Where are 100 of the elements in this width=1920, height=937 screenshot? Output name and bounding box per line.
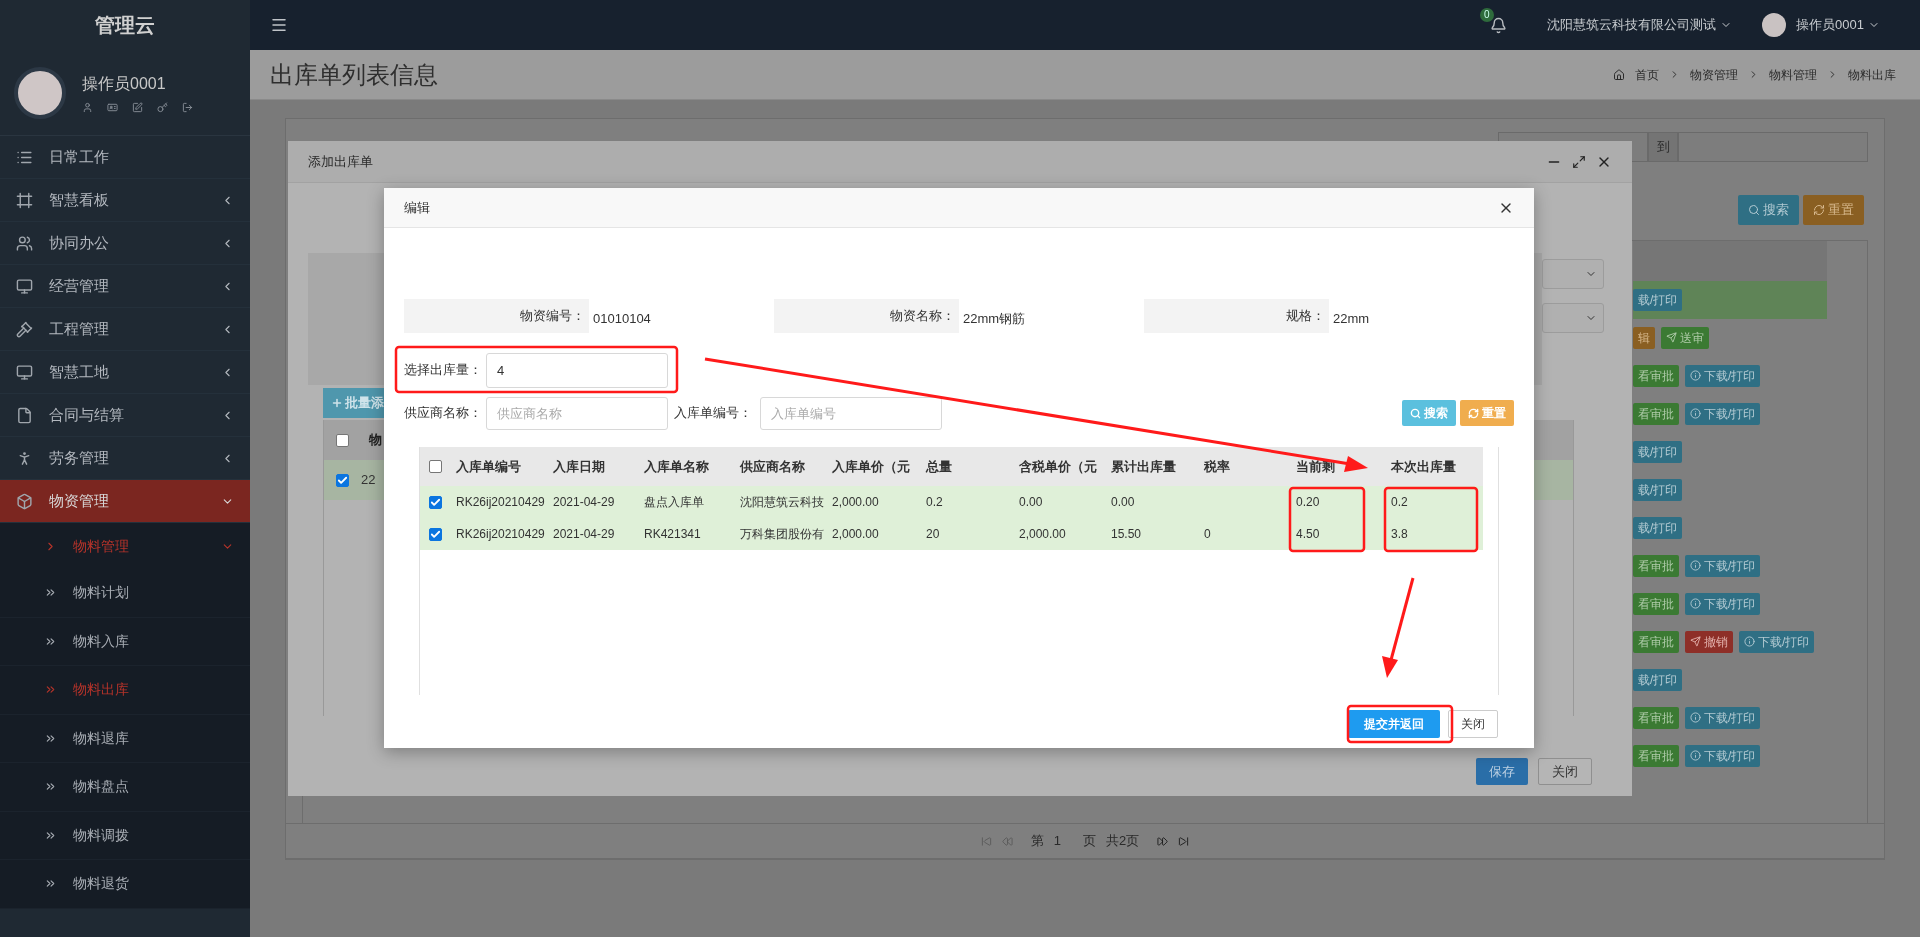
print-button[interactable]: 载/打印 [1633,288,1683,311]
next-page-icon[interactable] [1157,835,1169,847]
sidebar-item[interactable]: 智慧看板 [0,179,250,222]
print-button[interactable]: 下载/打印 [1685,402,1761,425]
key-icon[interactable] [157,102,168,113]
submit-button[interactable]: 提交并返回 [1348,710,1440,738]
field-label: 入库单编号： [674,404,753,423]
submenu-item[interactable]: 物料计划 [0,569,250,618]
checkbox[interactable] [428,460,442,473]
edit-button[interactable]: 辑 [1633,326,1655,349]
maximize-icon[interactable] [1572,154,1586,169]
sidebar-item[interactable]: 工程管理 [0,308,250,351]
checkbox[interactable] [428,495,442,509]
print-button[interactable]: 载/打印 [1633,478,1683,501]
search-button[interactable]: 搜索 [1402,400,1456,426]
submit-button[interactable]: 送审 [1661,326,1709,349]
logout-icon[interactable] [182,102,193,113]
close-button[interactable]: 关闭 [1448,710,1498,738]
breadcrumb-link[interactable]: 物料出库 [1848,65,1896,84]
sidebar-item[interactable]: 智慧工地 [0,351,250,394]
table-row[interactable]: 载/打印 [1633,660,1827,699]
search-field[interactable]: 入库单编号 [760,396,942,430]
checkbox[interactable] [336,473,349,487]
dialog-title: 编辑 [404,198,431,217]
table-row[interactable]: 看审批 下载/打印 [1633,736,1827,775]
reset-button[interactable]: 重置 [1803,195,1864,226]
select-field[interactable] [1542,303,1604,333]
print-button[interactable]: 下载/打印 [1739,630,1815,653]
breadcrumb-link[interactable]: 物料管理 [1769,65,1817,84]
approval-button[interactable]: 看审批 [1633,554,1679,577]
sidebar-item[interactable]: 协同办公 [0,222,250,265]
approval-button[interactable]: 看审批 [1633,592,1679,615]
user-icon[interactable] [82,102,93,113]
monitor-icon [16,277,33,295]
submenu-item[interactable]: 物料入库 [0,617,250,666]
table-row[interactable]: RK26ij20210429 2021-04-29 盘点入库单 沈阳慧筑云科技 2,000.00 0.2 0.00 0.00 0.20 0.2 [420,486,1483,518]
table-row[interactable]: RK26ij20210429 2021-04-29 RK421341 万科集团股份有 2,000.00 20 2,000.00 15.50 0 4.50 3.8 [420,518,1483,550]
approval-button[interactable]: 看审批 [1633,402,1679,425]
close-button[interactable]: 关闭 [1538,758,1592,785]
submenu-item[interactable]: 物料调拨 [0,811,250,860]
company-menu[interactable]: 沈阳慧筑云科技有限公司测试 [1547,15,1717,35]
table-cell: 2,000.00 [1019,527,1066,541]
submenu-item[interactable]: 物料退货 [0,860,250,909]
submenu-item[interactable]: 物料出库 [0,666,250,715]
sidebar-item[interactable]: 物资管理 [0,480,250,523]
column-header: 累计出库量 [1110,457,1177,476]
page-number[interactable]: 1 [1053,831,1061,851]
table-row[interactable]: 看审批 下载/打印 [1633,584,1827,623]
reset-button[interactable]: 重置 [1460,400,1514,426]
table-cell: 0 [1204,527,1211,541]
table-cell: 4.50 [1296,527,1320,541]
approval-button[interactable]: 看审批 [1633,364,1679,387]
print-button[interactable]: 下载/打印 [1685,592,1761,615]
column-header: 物 [369,431,382,450]
table-row[interactable]: 看审批 下载/打印 [1633,394,1827,433]
breadcrumb-link[interactable]: 物资管理 [1690,65,1738,84]
file-icon [16,406,33,424]
search-button[interactable]: 搜索 [1738,195,1799,226]
submenu-item[interactable]: 物料管理 [0,523,250,569]
breadcrumb-link[interactable]: 首页 [1635,65,1659,84]
checkbox[interactable] [428,527,442,541]
table-row[interactable]: 辑 送审 [1633,318,1827,357]
approval-button[interactable]: 看审批 [1633,744,1679,767]
table-row[interactable]: 载/打印 [1633,432,1827,471]
menu-icon[interactable] [270,16,288,34]
submenu-item[interactable]: 物料退库 [0,714,250,763]
table-row[interactable]: 载/打印 [1633,508,1827,547]
checkbox[interactable] [336,433,349,447]
sidebar-item[interactable]: 合同与结算 [0,394,250,437]
print-button[interactable]: 下载/打印 [1685,554,1761,577]
table-row[interactable]: 看审批 撤销 下载/打印 [1633,622,1827,661]
print-button[interactable]: 载/打印 [1633,668,1683,691]
approval-button[interactable]: 看审批 [1633,630,1679,653]
user-menu[interactable]: 操作员0001 [1796,15,1864,35]
print-button[interactable]: 下载/打印 [1685,744,1761,767]
print-button[interactable]: 下载/打印 [1685,706,1761,729]
sidebar-item[interactable]: 经营管理 [0,265,250,308]
info-icon [1690,750,1701,762]
print-button[interactable]: 载/打印 [1633,440,1683,463]
print-button[interactable]: 载/打印 [1633,516,1683,539]
table-row[interactable]: 看审批 下载/打印 [1633,356,1827,395]
table-row[interactable]: 看审批 下载/打印 [1633,546,1827,585]
table-row[interactable]: 载/打印 [1633,470,1827,509]
approval-button[interactable]: 看审批 [1633,706,1679,729]
submenu-item[interactable]: 物料盘点 [0,763,250,812]
edit-icon[interactable] [132,102,143,113]
save-button[interactable]: 保存 [1476,758,1528,785]
avatar [14,66,66,119]
search-field[interactable]: 供应商名称 [486,396,668,430]
table-row[interactable]: 载/打印 [1633,280,1827,319]
sidebar-item[interactable]: 日常工作 [0,136,250,179]
print-button[interactable]: 下载/打印 [1685,364,1761,387]
revoke-button[interactable]: 撤销 [1685,630,1733,653]
select-field[interactable] [1542,259,1604,289]
table-cell: 0.2 [1391,495,1408,509]
quantity-input[interactable]: 4 [486,352,668,388]
id-card-icon[interactable] [107,102,118,113]
bell-icon[interactable] [1490,16,1508,34]
table-row[interactable]: 看审批 下载/打印 [1633,698,1827,737]
last-page-icon[interactable] [1178,835,1190,847]
